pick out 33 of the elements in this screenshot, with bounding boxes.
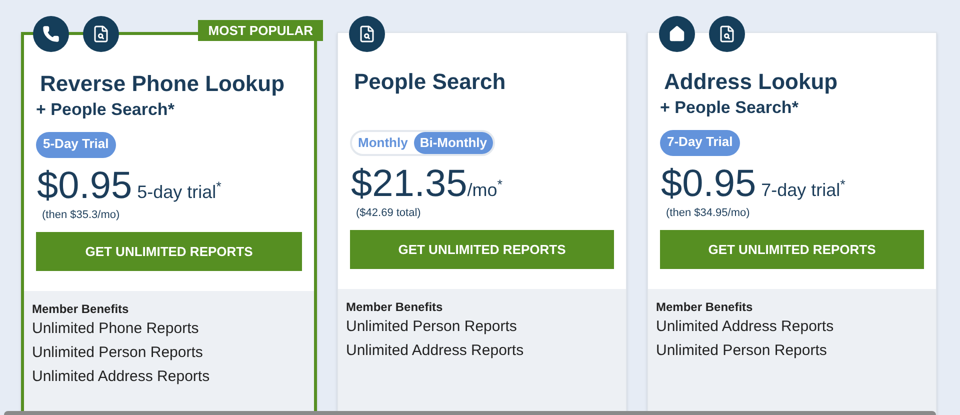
billing-option[interactable]: Monthly bbox=[352, 132, 414, 154]
trial-badge: 7-Day Trial bbox=[660, 130, 740, 156]
most-popular-badge: MOST POPULAR bbox=[198, 20, 323, 41]
price-note: (then $35.3/mo) bbox=[42, 208, 121, 222]
benefit-item: Unlimited Address Reports bbox=[32, 367, 211, 387]
price: $0.95 bbox=[661, 162, 756, 206]
benefit-item: Unlimited Address Reports bbox=[346, 341, 525, 361]
benefit-item: Unlimited Phone Reports bbox=[32, 319, 200, 339]
plan-subtitle: + People Search* bbox=[36, 99, 176, 121]
benefit-item: Unlimited Person Reports bbox=[656, 341, 828, 361]
get-reports-button[interactable]: GET UNLIMITED REPORTS bbox=[350, 230, 614, 269]
price: $0.95 bbox=[37, 164, 132, 208]
benefit-item: Unlimited Person Reports bbox=[32, 343, 204, 363]
benefits-heading: Member Benefits bbox=[32, 301, 130, 317]
price-note: (then $34.95/mo) bbox=[666, 206, 751, 220]
price: $21.35 bbox=[351, 162, 468, 206]
plan-subtitle: + People Search* bbox=[660, 97, 800, 119]
benefits-heading: Member Benefits bbox=[656, 299, 754, 315]
benefit-item: Unlimited Address Reports bbox=[656, 317, 835, 337]
plan-title: Address Lookup bbox=[664, 68, 839, 96]
plan-title: People Search bbox=[354, 68, 507, 96]
benefit-item: Unlimited Person Reports bbox=[346, 317, 518, 337]
price-suffix: 7-day trial$^{*}$ bbox=[760, 177, 846, 202]
billing-option[interactable]: Bi-Monthly bbox=[414, 132, 493, 154]
plan-title: Reverse Phone Lookup bbox=[40, 70, 286, 98]
price-suffix: 5-day trial$^{*}$ bbox=[136, 179, 222, 204]
price-note: ($42.69 total) bbox=[356, 206, 422, 220]
price-suffix: /mo$^{*}$ bbox=[467, 177, 503, 202]
scrollbar[interactable] bbox=[4, 411, 936, 415]
trial-badge: 5-Day Trial bbox=[36, 132, 116, 158]
get-reports-button[interactable]: GET UNLIMITED REPORTS bbox=[36, 232, 302, 271]
get-reports-button[interactable]: GET UNLIMITED REPORTS bbox=[660, 230, 924, 269]
benefits-heading: Member Benefits bbox=[346, 299, 444, 315]
